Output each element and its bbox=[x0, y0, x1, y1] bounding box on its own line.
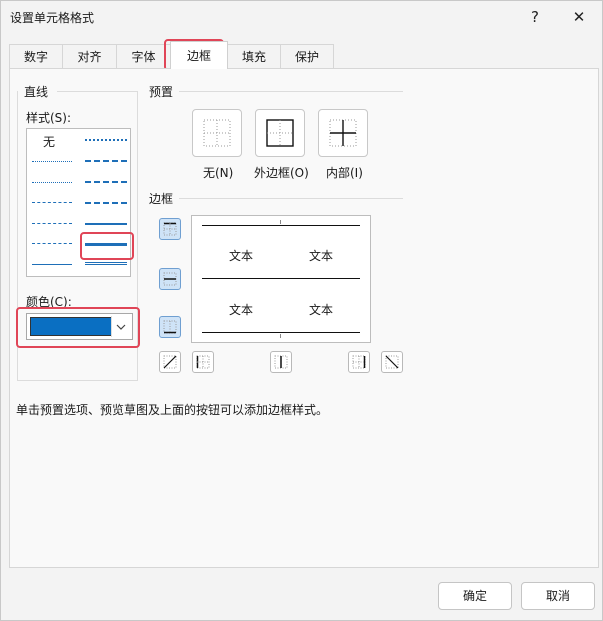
presets-group-divider bbox=[179, 91, 403, 92]
chevron-down-icon[interactable] bbox=[111, 316, 130, 337]
line-style-medium-dashed[interactable] bbox=[85, 202, 127, 204]
preview-tick bbox=[280, 334, 281, 338]
preset-inside-label: 内部(I) bbox=[326, 166, 363, 180]
presets-group-title: 预置 bbox=[149, 85, 174, 99]
help-button[interactable]: ? bbox=[515, 3, 555, 31]
line-style-medium-dash-dot[interactable] bbox=[85, 181, 127, 183]
tab-fill[interactable]: 填充 bbox=[227, 44, 281, 68]
border-preview[interactable]: 文本 文本 文本 文本 bbox=[191, 215, 371, 343]
line-style-hair[interactable] bbox=[32, 161, 72, 162]
border-left-icon bbox=[196, 355, 210, 369]
border-bottom-icon bbox=[163, 320, 177, 334]
tab-protection[interactable]: 保护 bbox=[280, 44, 334, 68]
border-inside-horizontal-button[interactable] bbox=[159, 268, 181, 290]
ok-button[interactable]: 确定 bbox=[438, 582, 512, 610]
preset-inside-icon bbox=[329, 119, 357, 147]
tab-number[interactable]: 数字 bbox=[9, 44, 63, 68]
tab-font[interactable]: 字体 bbox=[116, 44, 171, 68]
tab-strip: 数字 对齐 字体 边框 填充 保护 bbox=[9, 41, 599, 69]
preview-text: 文本 bbox=[229, 303, 254, 317]
preset-none-label: 无(N) bbox=[203, 166, 234, 180]
preset-none-button[interactable] bbox=[192, 109, 242, 157]
preset-outline-label: 外边框(O) bbox=[254, 166, 309, 180]
line-style-slant-dash-dot[interactable] bbox=[85, 160, 127, 162]
border-inside-vertical-button[interactable] bbox=[270, 351, 292, 373]
border-inside-horizontal-icon bbox=[163, 272, 177, 286]
border-diagonal-up-button[interactable] bbox=[159, 351, 181, 373]
border-right-icon bbox=[352, 355, 366, 369]
title-bar: 设置单元格格式 ? ✕ bbox=[1, 1, 602, 33]
tab-alignment[interactable]: 对齐 bbox=[62, 44, 117, 68]
line-style-dash-dot-dot[interactable] bbox=[32, 202, 72, 203]
border-top-icon bbox=[163, 222, 177, 236]
line-style-thick[interactable] bbox=[85, 243, 127, 246]
format-cells-dialog: 设置单元格格式 ? ✕ 数字 对齐 字体 边框 填充 保护 直线 样式(S): … bbox=[0, 0, 603, 621]
border-left-button[interactable] bbox=[192, 351, 214, 373]
close-button[interactable]: ✕ bbox=[559, 3, 599, 31]
border-top-button[interactable] bbox=[159, 218, 181, 240]
line-style-medium[interactable] bbox=[85, 223, 127, 225]
preview-top-border[interactable] bbox=[202, 225, 360, 226]
preview-text: 文本 bbox=[309, 249, 334, 263]
preset-none-icon bbox=[203, 119, 231, 147]
line-style-dashed[interactable] bbox=[32, 243, 72, 244]
border-bottom-button[interactable] bbox=[159, 316, 181, 338]
preview-tick bbox=[280, 220, 281, 224]
preview-bottom-border[interactable] bbox=[202, 332, 360, 333]
preset-outline-button[interactable] bbox=[255, 109, 305, 157]
line-style-dotted[interactable] bbox=[32, 182, 72, 183]
line-style-dash-dot[interactable] bbox=[32, 223, 72, 224]
preset-outline-icon bbox=[266, 119, 294, 147]
tab-border[interactable]: 边框 bbox=[170, 41, 228, 69]
preview-text: 文本 bbox=[309, 303, 334, 317]
line-style-thin[interactable] bbox=[32, 264, 72, 265]
border-diagonal-down-button[interactable] bbox=[381, 351, 403, 373]
border-group-title: 边框 bbox=[149, 192, 174, 206]
border-inside-vertical-icon bbox=[274, 355, 288, 369]
preset-inside-button[interactable] bbox=[318, 109, 368, 157]
border-group-divider bbox=[179, 198, 403, 199]
line-style-double[interactable] bbox=[85, 262, 127, 268]
preview-text: 文本 bbox=[229, 249, 254, 263]
diagonal-up-icon bbox=[163, 355, 177, 369]
color-swatch bbox=[30, 317, 112, 336]
hint-text: 单击预置选项、预览草图及上面的按钮可以添加边框样式。 bbox=[16, 403, 329, 417]
border-right-button[interactable] bbox=[348, 351, 370, 373]
dialog-title: 设置单元格格式 bbox=[10, 11, 95, 25]
color-picker[interactable] bbox=[26, 313, 133, 340]
line-style-list[interactable]: 无 bbox=[26, 128, 131, 277]
preview-middle-border[interactable] bbox=[202, 278, 360, 279]
line-style-none[interactable]: 无 bbox=[43, 133, 55, 150]
color-label: 颜色(C): bbox=[26, 295, 72, 309]
line-style-medium-dash-dot-dot[interactable] bbox=[85, 139, 127, 141]
diagonal-down-icon bbox=[385, 355, 399, 369]
style-label: 样式(S): bbox=[26, 111, 72, 125]
cancel-button[interactable]: 取消 bbox=[521, 582, 595, 610]
